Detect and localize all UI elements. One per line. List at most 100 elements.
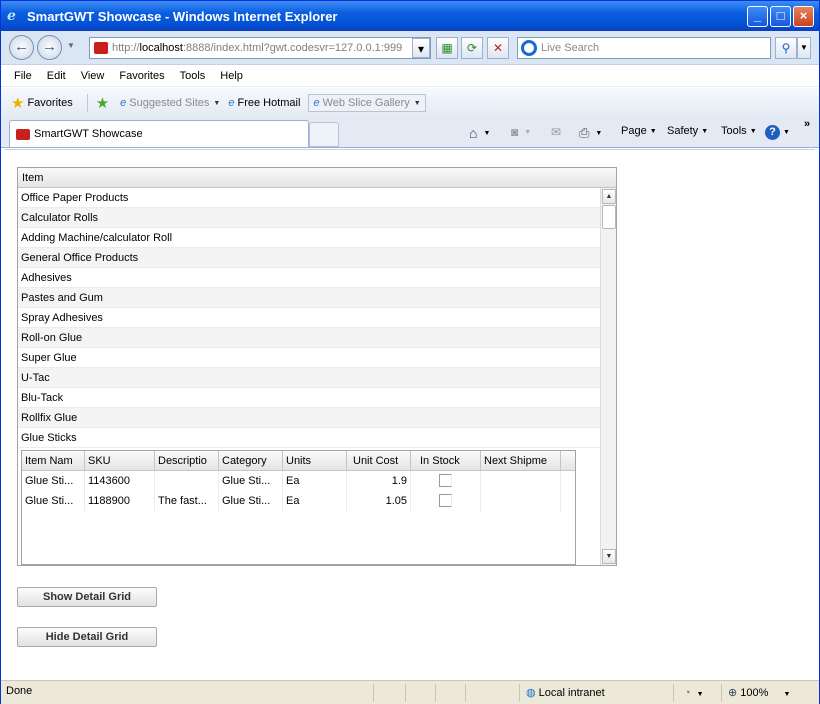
search-placeholder: Live Search bbox=[541, 42, 600, 54]
close-button[interactable]: × bbox=[793, 6, 814, 27]
table-row[interactable]: Super Glue bbox=[18, 348, 600, 368]
favorites-button[interactable]: ★ Favorites bbox=[11, 94, 73, 112]
search-icon[interactable]: ⚲ bbox=[775, 37, 797, 59]
stop-icon[interactable]: ✕ bbox=[487, 37, 509, 59]
hide-detail-grid-button[interactable]: Hide Detail Grid bbox=[17, 627, 157, 647]
search-options-icon[interactable]: ▼ bbox=[797, 37, 811, 59]
page-menu[interactable]: Page ▼ bbox=[621, 125, 657, 137]
table-row-expanded[interactable]: Glue Sticks bbox=[18, 428, 600, 448]
new-tab-button[interactable] bbox=[309, 122, 339, 147]
help-button[interactable]: ? ▼ bbox=[765, 125, 790, 140]
column-header-item-name[interactable]: Item Nam bbox=[22, 451, 85, 470]
suggested-sites-label: Suggested Sites bbox=[129, 97, 210, 109]
table-row[interactable]: Pastes and Gum bbox=[18, 288, 600, 308]
table-row[interactable]: Blu-Tack bbox=[18, 388, 600, 408]
safety-menu[interactable]: Safety ▼ bbox=[667, 125, 708, 137]
zone-label: Local intranet bbox=[538, 687, 605, 699]
column-header-next-shipment[interactable]: Next Shipme bbox=[481, 451, 561, 470]
tab-bar: SmartGWT Showcase ⌂ ▼ ◙ ▼ ✉ ⎙ ▼ Page ▼ Safet… bbox=[1, 118, 819, 148]
add-favorite-button[interactable]: ★ bbox=[86, 94, 112, 112]
search-input[interactable]: Live Search bbox=[517, 37, 771, 59]
chevron-down-icon: ▼ bbox=[413, 99, 421, 107]
status-section bbox=[373, 684, 405, 702]
cell-item-name: Glue Sti... bbox=[22, 491, 85, 511]
page-content: Item Office Paper Products Calculator Ro… bbox=[5, 149, 815, 679]
column-header-in-stock[interactable]: In Stock bbox=[411, 451, 481, 470]
read-mail-button[interactable]: ✉ bbox=[551, 125, 561, 139]
table-row[interactable]: General Office Products bbox=[18, 248, 600, 268]
home-button[interactable]: ⌂ ▼ bbox=[469, 125, 490, 141]
table-row[interactable]: Calculator Rolls bbox=[18, 208, 600, 228]
web-slice-gallery-link[interactable]: e Web Slice Gallery ▼ bbox=[308, 94, 426, 112]
feeds-button[interactable]: ◙ ▼ bbox=[511, 125, 531, 139]
address-dropdown-icon[interactable]: ▾ bbox=[412, 38, 430, 58]
menu-help[interactable]: Help bbox=[220, 70, 243, 82]
forward-button[interactable]: → bbox=[37, 35, 62, 60]
chevron-down-icon: ▼ bbox=[213, 99, 221, 107]
tab-smartgwt-showcase[interactable]: SmartGWT Showcase bbox=[9, 120, 309, 147]
cell-item-name: Glue Sti... bbox=[22, 471, 85, 491]
address-bar-area: ← → ▼ http://localhost:8888/index.html?g… bbox=[1, 31, 819, 65]
window-title: SmartGWT Showcase - Windows Internet Exp… bbox=[27, 8, 338, 24]
zoom-button[interactable]: ⊕ 100% ▼ bbox=[721, 684, 817, 702]
menu-tools[interactable]: Tools bbox=[180, 70, 206, 82]
protected-mode-button[interactable]: ◔ ▼ bbox=[673, 684, 721, 702]
recent-pages-icon[interactable]: ▼ bbox=[67, 41, 75, 50]
detail-grid: Item Nam SKU Descriptio Category Units U… bbox=[21, 450, 576, 565]
master-grid-header[interactable]: Item bbox=[18, 168, 616, 188]
table-row[interactable]: Roll-on Glue bbox=[18, 328, 600, 348]
site-favicon-icon bbox=[94, 42, 108, 54]
scroll-down-icon[interactable]: ▼ bbox=[602, 549, 616, 564]
table-row[interactable]: Adhesives bbox=[18, 268, 600, 288]
master-grid-scrollbar[interactable]: ▲ ▼ bbox=[600, 188, 616, 565]
favorites-label: Favorites bbox=[27, 97, 73, 109]
menu-view[interactable]: View bbox=[81, 70, 105, 82]
table-row[interactable]: Office Paper Products bbox=[18, 188, 600, 208]
back-button[interactable]: ← bbox=[9, 35, 34, 60]
chevron-down-icon: ▼ bbox=[749, 127, 757, 135]
compatibility-view-icon[interactable]: ▦ bbox=[436, 37, 458, 59]
minimize-button[interactable]: _ bbox=[747, 6, 768, 27]
refresh-icon[interactable]: ⟳ bbox=[461, 37, 483, 59]
table-row[interactable]: Glue Sti... 1188900 The fast... Glue Sti… bbox=[22, 491, 575, 511]
cell-unit-cost: 1.05 bbox=[347, 491, 411, 511]
show-detail-grid-button[interactable]: Show Detail Grid bbox=[17, 587, 157, 607]
print-button[interactable]: ⎙ ▼ bbox=[579, 125, 602, 141]
table-row[interactable]: U-Tac bbox=[18, 368, 600, 388]
in-stock-checkbox[interactable] bbox=[439, 494, 452, 507]
column-header-sku[interactable]: SKU bbox=[85, 451, 155, 470]
more-commands-icon[interactable]: » bbox=[804, 118, 810, 130]
tools-menu[interactable]: Tools ▼ bbox=[721, 125, 757, 137]
ie-logo-icon: e bbox=[7, 8, 16, 24]
column-header-description[interactable]: Descriptio bbox=[155, 451, 219, 470]
column-header-unit-cost[interactable]: Unit Cost bbox=[347, 451, 411, 470]
star-icon: ★ bbox=[11, 95, 25, 112]
chevron-down-icon: ▼ bbox=[701, 127, 709, 135]
status-text: Done bbox=[6, 685, 33, 697]
cell-category: Glue Sti... bbox=[219, 471, 283, 491]
status-section bbox=[405, 684, 435, 702]
table-row[interactable]: Spray Adhesives bbox=[18, 308, 600, 328]
ie-page-icon: e bbox=[228, 97, 235, 109]
menu-edit[interactable]: Edit bbox=[47, 70, 66, 82]
menu-file[interactable]: File bbox=[14, 70, 32, 82]
security-zone[interactable]: ◍ Local intranet bbox=[519, 684, 673, 702]
free-hotmail-link[interactable]: e Free Hotmail bbox=[228, 97, 300, 109]
column-header-category[interactable]: Category bbox=[219, 451, 283, 470]
chevron-down-icon: ▼ bbox=[783, 691, 791, 698]
menu-favorites[interactable]: Favorites bbox=[119, 70, 164, 82]
help-icon: ? bbox=[765, 125, 780, 140]
cell-next-shipment bbox=[481, 491, 561, 511]
url-prefix: http:// bbox=[112, 42, 140, 54]
table-row[interactable]: Adding Machine/calculator Roll bbox=[18, 228, 600, 248]
scroll-thumb[interactable] bbox=[602, 205, 616, 229]
address-input[interactable]: http://localhost:8888/index.html?gwt.cod… bbox=[89, 37, 431, 59]
suggested-sites-link[interactable]: e Suggested Sites ▼ bbox=[120, 97, 220, 109]
in-stock-checkbox[interactable] bbox=[439, 474, 452, 487]
maximize-button[interactable]: □ bbox=[770, 6, 791, 27]
chevron-down-icon: ▼ bbox=[649, 127, 657, 135]
table-row[interactable]: Rollfix Glue bbox=[18, 408, 600, 428]
table-row[interactable]: Glue Sti... 1143600 Glue Sti... Ea 1.9 bbox=[22, 471, 575, 491]
scroll-up-icon[interactable]: ▲ bbox=[602, 189, 616, 204]
column-header-units[interactable]: Units bbox=[283, 451, 347, 470]
